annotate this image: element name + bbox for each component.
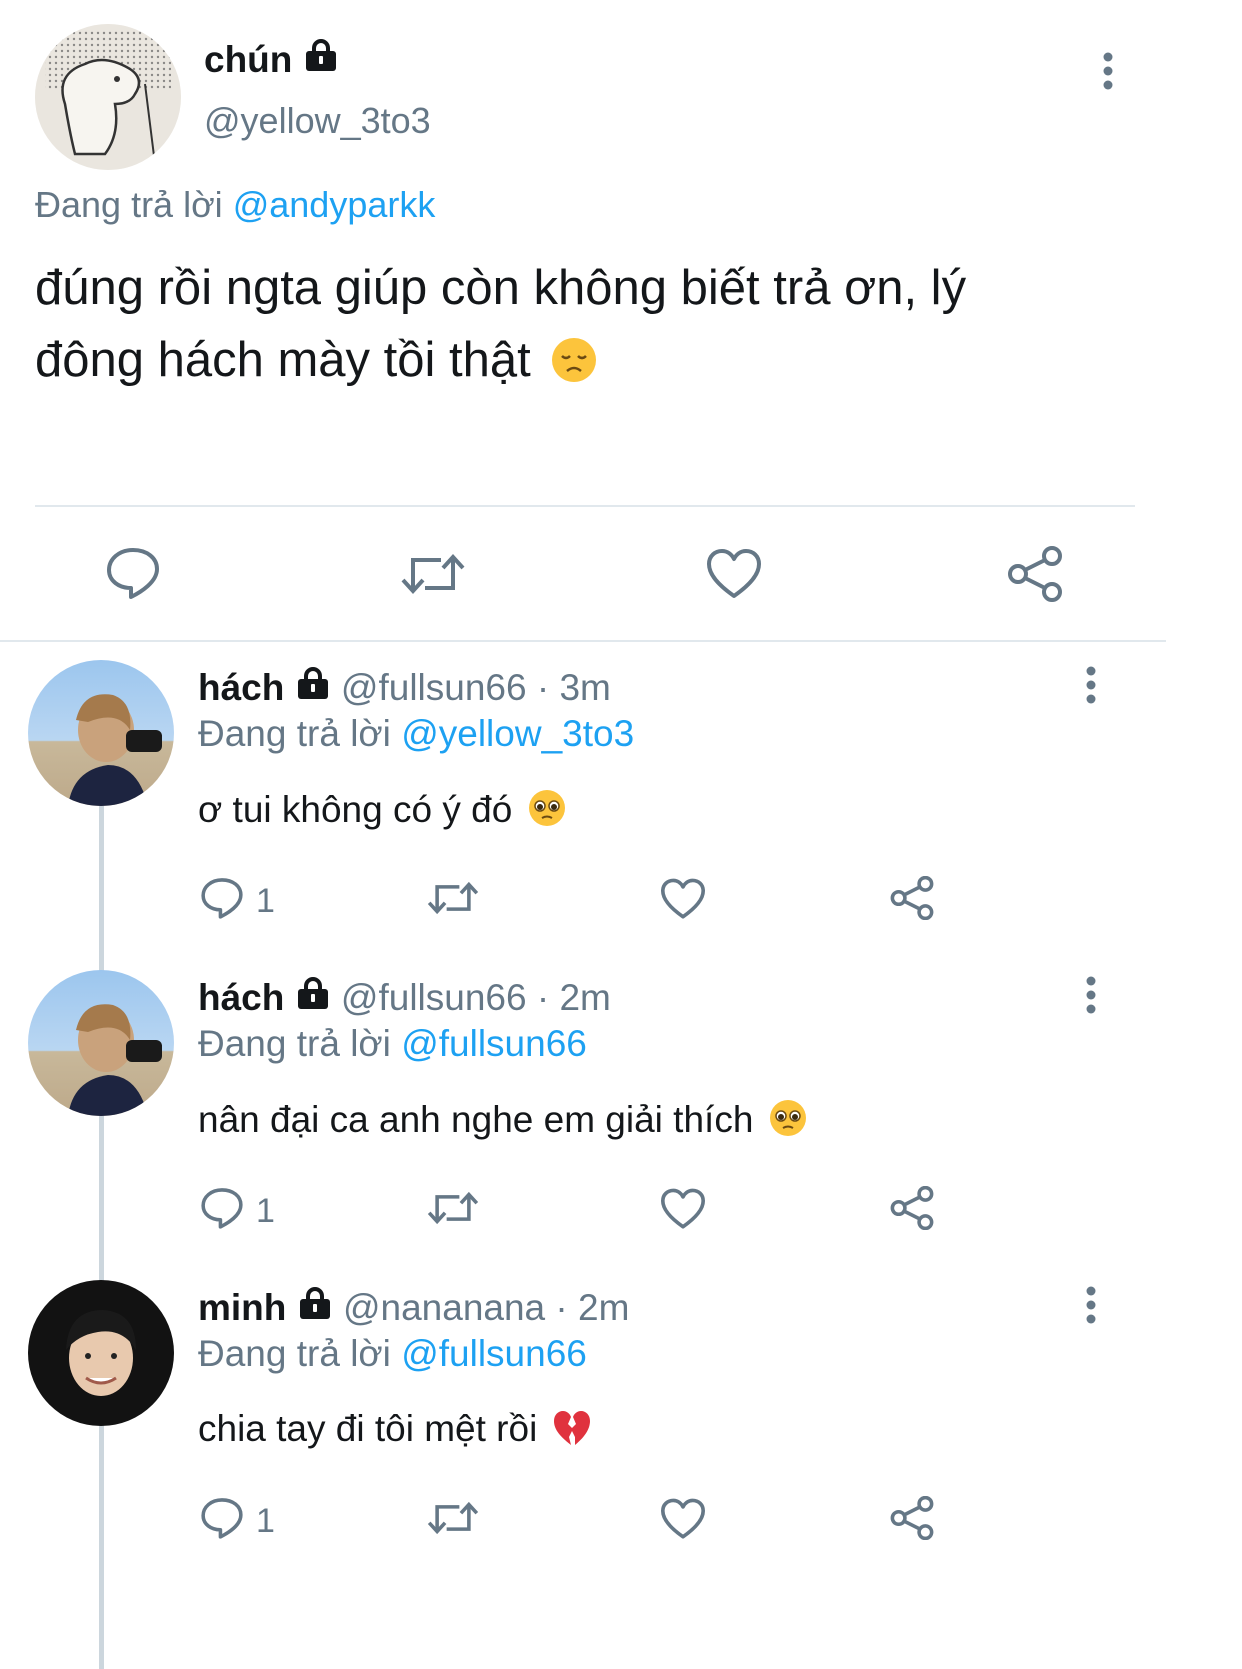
- display-name[interactable]: hách: [198, 977, 284, 1018]
- like-icon[interactable]: [660, 878, 706, 920]
- reply-context: Đang trả lời @fullsun66: [198, 1333, 587, 1375]
- retweet-icon[interactable]: [426, 877, 480, 919]
- reply-prefix: Đang trả lời: [35, 184, 223, 225]
- tweet-text-line: đúng rồi ngta giúp còn không biết trả ơn…: [35, 261, 967, 315]
- reply-count: 1: [256, 1502, 275, 1540]
- reply-context: Đang trả lời @yellow_3to3: [198, 713, 634, 755]
- reply-text: nân đại ca anh nghe em giải thích: [198, 1098, 808, 1147]
- timestamp[interactable]: · 3m: [537, 667, 611, 708]
- share-icon[interactable]: [1006, 546, 1064, 602]
- display-name[interactable]: minh: [198, 1287, 286, 1328]
- reply-context: Đang trả lời @fullsun66: [198, 1023, 587, 1065]
- reply-icon[interactable]: [200, 1496, 244, 1540]
- retweet-icon[interactable]: [426, 1497, 480, 1539]
- tweet-text: đúng rồi ngta giúp còn không biết trả ơn…: [35, 252, 1215, 404]
- avatar[interactable]: [28, 660, 174, 806]
- retweet-icon[interactable]: [399, 548, 467, 600]
- reply-context: Đang trả lời @andyparkk: [35, 184, 435, 226]
- lock-icon: [295, 976, 331, 1019]
- lock-icon: [303, 38, 339, 81]
- more-options-icon[interactable]: [1098, 52, 1118, 92]
- reply-to-link[interactable]: @yellow_3to3: [401, 713, 634, 754]
- like-icon[interactable]: [660, 1188, 706, 1230]
- more-options-icon[interactable]: [1081, 1286, 1101, 1326]
- display-name[interactable]: hách: [198, 667, 284, 708]
- reply-count: 1: [256, 1192, 275, 1230]
- timestamp[interactable]: · 2m: [537, 977, 611, 1018]
- reply-to-link[interactable]: @fullsun66: [401, 1333, 587, 1374]
- reply-to-link[interactable]: @andyparkk: [233, 184, 436, 225]
- handle[interactable]: @fullsun66: [341, 977, 527, 1018]
- reply-prefix: Đang trả lời: [198, 1333, 391, 1374]
- broken-heart-icon: [552, 1409, 592, 1456]
- share-icon[interactable]: [889, 876, 935, 920]
- reply-prefix: Đang trả lời: [198, 713, 391, 754]
- lock-icon: [297, 1286, 333, 1329]
- reply-text: ơ tui không có ý đó: [198, 788, 567, 837]
- like-icon[interactable]: [706, 548, 762, 600]
- avatar[interactable]: [28, 970, 174, 1116]
- timestamp[interactable]: · 2m: [555, 1287, 629, 1328]
- reply-header: hách @fullsun66 · 2m: [198, 976, 611, 1019]
- share-icon[interactable]: [889, 1496, 935, 1540]
- share-icon[interactable]: [889, 1186, 935, 1230]
- reply-to-link[interactable]: @fullsun66: [401, 1023, 587, 1064]
- reply-header: minh @nananana · 2m: [198, 1286, 629, 1329]
- reply-header: hách @fullsun66 · 3m: [198, 666, 611, 709]
- avatar[interactable]: [28, 1280, 174, 1426]
- lock-icon: [295, 666, 331, 709]
- thread-line: [99, 806, 104, 1669]
- handle[interactable]: @fullsun66: [341, 667, 527, 708]
- display-name[interactable]: chún: [204, 38, 339, 81]
- more-options-icon[interactable]: [1081, 666, 1101, 706]
- reply-icon[interactable]: [200, 876, 244, 920]
- disappointed-face-icon: [550, 332, 598, 404]
- divider: [35, 505, 1135, 507]
- reply-icon[interactable]: [200, 1186, 244, 1230]
- retweet-icon[interactable]: [426, 1187, 480, 1229]
- handle[interactable]: @yellow_3to3: [204, 100, 431, 142]
- pleading-face-icon: [768, 1098, 808, 1147]
- reply-prefix: Đang trả lời: [198, 1023, 391, 1064]
- reply-icon[interactable]: [105, 546, 161, 600]
- like-icon[interactable]: [660, 1498, 706, 1540]
- section-divider: [0, 640, 1166, 642]
- tweet-text-line: đông hách mày tồi thật: [35, 324, 1215, 404]
- pleading-face-icon: [527, 788, 567, 837]
- handle[interactable]: @nananana: [343, 1287, 545, 1328]
- more-options-icon[interactable]: [1081, 976, 1101, 1016]
- reply-text: chia tay đi tôi mệt rồi: [198, 1408, 592, 1456]
- avatar[interactable]: [35, 24, 181, 170]
- reply-count: 1: [256, 882, 275, 920]
